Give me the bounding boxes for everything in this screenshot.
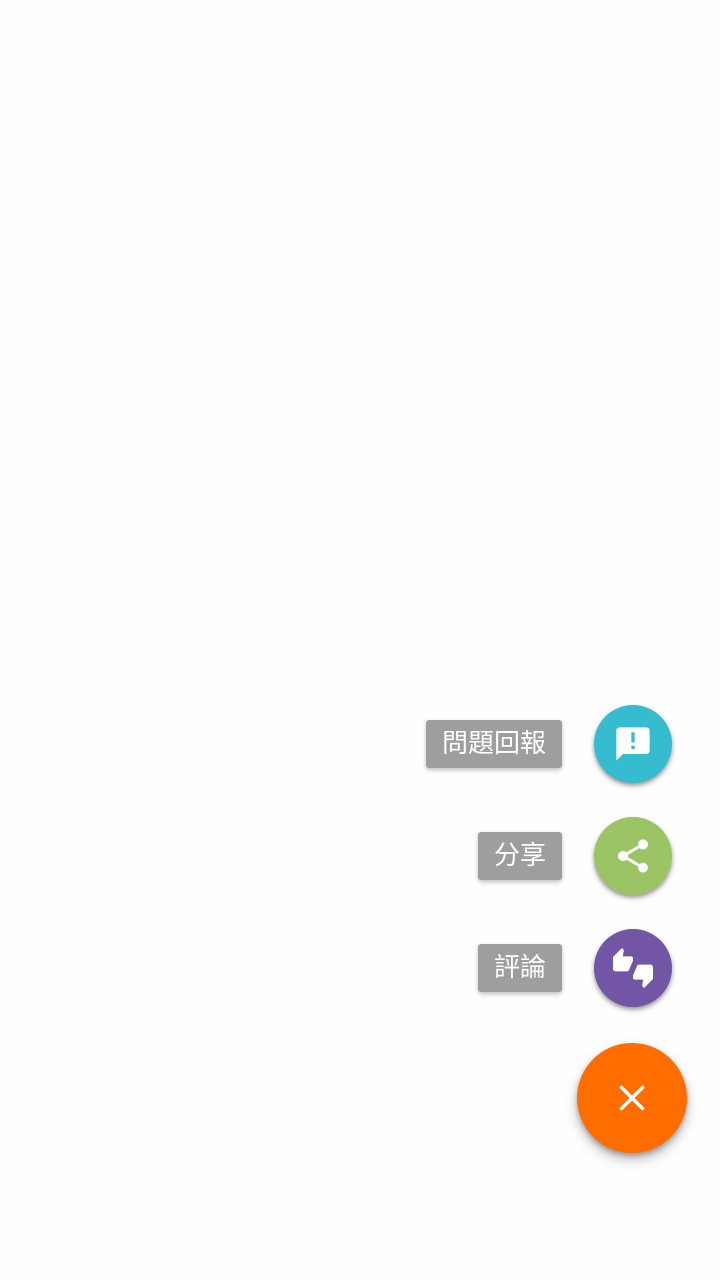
review-button[interactable] [594, 929, 672, 1007]
report-button[interactable] [594, 705, 672, 783]
share-label[interactable]: 分享 [477, 832, 562, 880]
share-button[interactable] [594, 817, 672, 895]
share-icon [618, 839, 648, 873]
thumbs-up-down-icon [613, 948, 653, 988]
close-fab-button[interactable] [577, 1043, 687, 1153]
fab-item-review[interactable]: 評論 [477, 928, 672, 1008]
fab-item-report[interactable]: 問題回報 [425, 704, 672, 784]
review-label[interactable]: 評論 [477, 944, 562, 992]
close-icon [619, 1085, 645, 1111]
screen: 問題回報 分享 評論 [0, 0, 720, 1280]
feedback-icon [616, 727, 650, 761]
report-label[interactable]: 問題回報 [425, 720, 562, 768]
fab-item-share[interactable]: 分享 [477, 816, 672, 896]
